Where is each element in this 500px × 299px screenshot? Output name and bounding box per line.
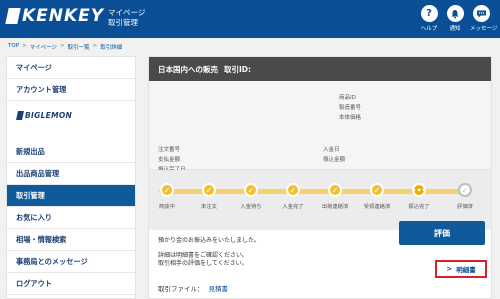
app-header: KENKEY マイページ 取引管理 ? ヘルプ 通知 メッセージ — [0, 0, 500, 38]
biglemon-logo: BIGLEMON — [25, 110, 73, 120]
step-transfer-complete: ••• 振込完了 — [396, 183, 442, 210]
evaluation-instruction: 取引相手の評価をしてください。 — [158, 260, 248, 267]
check-icon: ✓ — [458, 183, 472, 197]
breadcrumb-separator: > — [60, 43, 65, 49]
help-icon: ? — [420, 5, 438, 22]
bell-icon — [446, 5, 464, 22]
chat-icon — [472, 5, 490, 22]
breadcrumb-top[interactable]: TOP — [8, 43, 19, 51]
check-icon: ✓ — [160, 183, 174, 197]
breadcrumb-mypage[interactable]: マイページ — [30, 43, 57, 51]
step-shipping-notified: ✓ 出荷連絡済 — [312, 183, 358, 210]
sidebar: マイページ アカウント管理 BIGLEMON 新規出品 出品商品管理 取引管理 … — [6, 56, 136, 299]
check-icon: ✓ — [244, 183, 258, 197]
deposit-date-label: 入金日 — [323, 147, 340, 153]
breadcrumb: TOP > マイページ > 取引一覧 > 取引詳細 — [8, 43, 122, 51]
breadcrumb-trade-detail: 取引詳細 — [100, 45, 123, 51]
check-icon: ✓ — [202, 183, 216, 197]
trade-file-label: 取引ファイル： — [158, 285, 204, 293]
body-price-label: 本体価格 — [339, 115, 362, 121]
help-button[interactable]: ? ヘルプ — [418, 5, 440, 32]
trade-title: 日本国内への販売 — [158, 64, 218, 74]
ellipsis-icon: ••• — [411, 183, 427, 197]
step-not-ordered: ✓ 未注文 — [186, 183, 232, 210]
transfer-amount-label: 振込金額 — [323, 157, 346, 163]
biglemon-logo-mark — [16, 110, 24, 120]
check-icon: ✓ — [370, 183, 384, 197]
chevron-right-icon: > — [446, 265, 453, 273]
sidebar-item-trades[interactable]: 取引管理 — [7, 185, 135, 207]
quotation-link[interactable]: 見積書 — [209, 283, 229, 293]
brand-logo[interactable]: KENKEY — [22, 6, 104, 26]
sidebar-item-office-messages[interactable]: 事務局とのメッセージ — [7, 251, 135, 273]
sidebar-item-new-listing[interactable]: 新規出品 — [7, 141, 135, 163]
notification-button[interactable]: 通知 — [444, 5, 466, 32]
evaluate-button[interactable]: 評価 — [399, 221, 485, 245]
sidebar-item-favorites[interactable]: お気に入り — [7, 207, 135, 229]
notification-label: 通知 — [449, 26, 461, 32]
manufacturer-no-label: 製造番号 — [339, 105, 362, 111]
statement-button[interactable]: > 明細書 — [435, 260, 487, 278]
message-label: メッセージ — [470, 26, 498, 32]
trade-id-label: 取引ID: — [224, 64, 252, 74]
help-label: ヘルプ — [420, 26, 438, 32]
trade-detail-panel: 日本国内への販売 取引ID: 商品ID 製造番号 本体価格 注文番号 支払金額 … — [148, 56, 492, 299]
check-icon: ✓ — [328, 183, 342, 197]
order-no-label: 注文番号 — [158, 147, 181, 153]
statement-button-label: 明細書 — [456, 266, 476, 274]
trade-title-bar: 日本国内への販売 取引ID: — [149, 57, 491, 81]
payment-amount-label: 支払金額 — [158, 157, 181, 163]
step-receipt-notified: ✓ 受領連絡済 — [354, 183, 400, 210]
sidebar-item-logout[interactable]: ログアウト — [7, 273, 135, 295]
message-button[interactable]: メッセージ — [470, 5, 498, 32]
status-message: 預かり金のお振込みをいたしました。 — [158, 237, 261, 244]
sidebar-item-account[interactable]: アカウント管理 — [7, 79, 135, 101]
trade-info: 商品ID 製造番号 本体価格 注文番号 支払金額 振込完了日 入金日 振込金額 — [149, 81, 491, 173]
sidebar-item-mypage[interactable]: マイページ — [7, 57, 135, 79]
product-id-label: 商品ID — [339, 95, 356, 101]
sidebar-item-listings[interactable]: 出品商品管理 — [7, 163, 135, 185]
breadcrumb-separator: > — [22, 43, 27, 49]
step-evaluated: ✓ 評価済 — [442, 183, 488, 210]
biglemon-banner[interactable]: BIGLEMON — [7, 101, 135, 129]
breadcrumb-trade-list[interactable]: 取引一覧 — [68, 43, 90, 51]
sidebar-item-market-search[interactable]: 相場・情報検索 — [7, 229, 135, 251]
step-awaiting-payment: ✓ 入金待ち — [228, 183, 274, 210]
breadcrumb-separator: > — [92, 43, 98, 49]
check-icon: ✓ — [286, 183, 300, 197]
step-negotiating: ✓ 商談中 — [144, 183, 190, 210]
trade-file-row: 取引ファイル： 見積書 — [158, 283, 228, 293]
header-section-title: 取引管理 — [108, 18, 138, 27]
brand-logo-mark — [5, 8, 21, 24]
step-payment-complete: ✓ 入金完了 — [270, 183, 316, 210]
